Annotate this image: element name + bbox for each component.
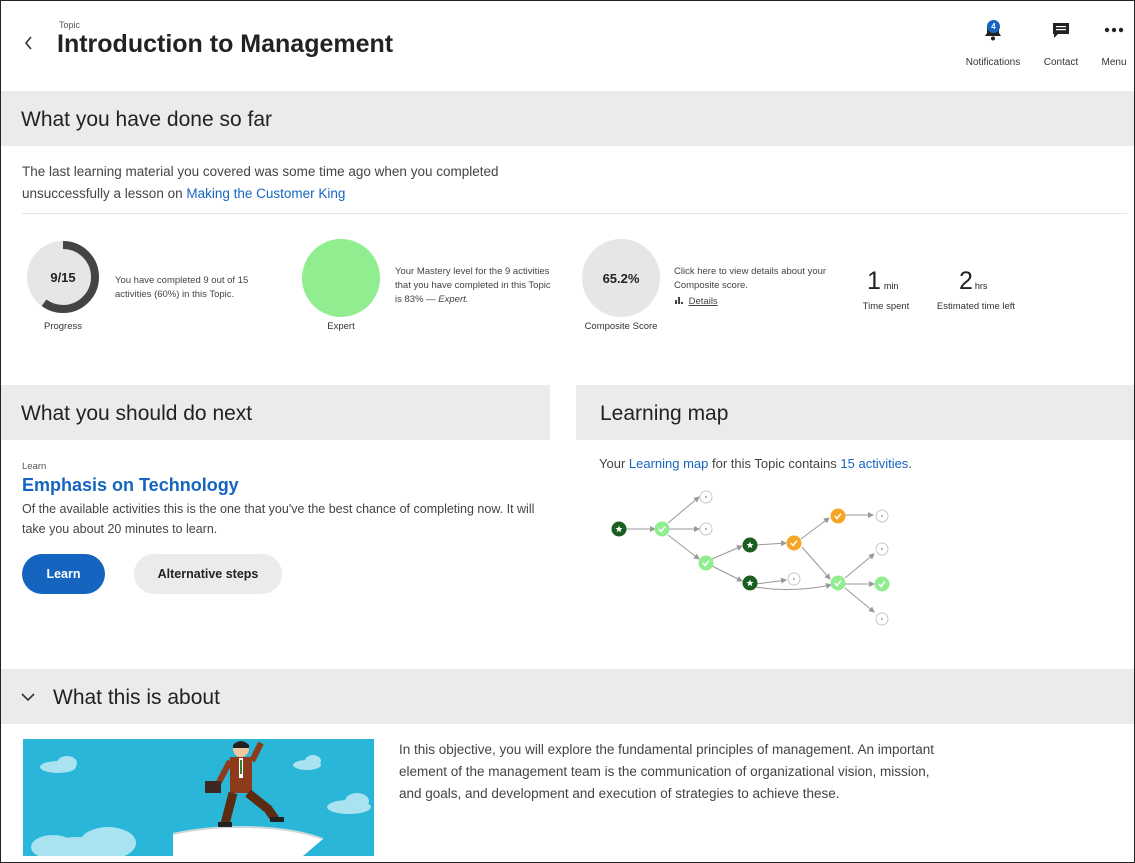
map-summary: Your Learning map for this Topic contain… bbox=[599, 456, 912, 471]
page-title: Introduction to Management bbox=[57, 30, 394, 58]
contact-label: Contact bbox=[1043, 57, 1079, 68]
map-node-completed[interactable] bbox=[830, 575, 846, 591]
lock-dot-icon bbox=[880, 547, 884, 551]
about-text: In this objective, you will explore the … bbox=[399, 742, 935, 801]
chat-icon bbox=[1053, 23, 1069, 38]
chevron-left-icon bbox=[24, 36, 32, 50]
next-section-heading: What you should do next bbox=[21, 402, 253, 425]
menu-button[interactable]: Menu bbox=[1097, 15, 1131, 68]
last-activity-text: The last learning material you covered w… bbox=[22, 161, 562, 205]
lock-dot-icon bbox=[880, 617, 884, 621]
mastery-text: Your Mastery level for the 9 activities … bbox=[395, 266, 551, 305]
contact-button[interactable]: Contact bbox=[1041, 15, 1081, 68]
mastery-circle bbox=[302, 239, 380, 317]
about-section-heading: What this is about bbox=[53, 686, 220, 709]
chevron-down-icon bbox=[21, 693, 35, 702]
more-dots-icon bbox=[1104, 27, 1124, 33]
back-button[interactable] bbox=[19, 31, 39, 55]
map-summary-prefix: Your bbox=[599, 456, 629, 471]
top-header: Topic Introduction to Management 4 Notif… bbox=[1, 1, 1134, 91]
about-section-header[interactable]: What this is about bbox=[1, 669, 1134, 724]
time-left-number: 2 bbox=[959, 267, 973, 295]
lock-dot-icon bbox=[792, 577, 796, 581]
time-spent-unit: min bbox=[883, 281, 899, 291]
map-node-completed[interactable] bbox=[654, 521, 670, 537]
learning-map-link[interactable]: Learning map bbox=[629, 456, 709, 471]
map-node-completed[interactable] bbox=[874, 576, 890, 592]
notifications-label: Notifications bbox=[965, 57, 1021, 68]
next-activity-description: Of the available activities this is the … bbox=[22, 502, 535, 536]
time-spent-number: 1 bbox=[867, 267, 881, 295]
time-left-value: 2 hrs bbox=[959, 267, 987, 296]
section-divider bbox=[22, 213, 1127, 214]
time-left-unit: hrs bbox=[974, 281, 988, 291]
composite-details-link[interactable]: Details bbox=[674, 295, 718, 309]
last-lesson-link[interactable]: Making the Customer King bbox=[186, 186, 345, 201]
composite-description: Click here to view details about your Co… bbox=[674, 266, 827, 291]
topic-label: Topic bbox=[59, 20, 81, 30]
activities-link[interactable]: 15 activities bbox=[840, 456, 908, 471]
progress-caption: Progress bbox=[43, 321, 82, 332]
alternative-steps-button[interactable]: Alternative steps bbox=[134, 554, 282, 594]
app-frame: Topic Introduction to Management 4 Notif… bbox=[0, 0, 1135, 863]
lock-dot-icon bbox=[704, 527, 708, 531]
done-section-header: What you have done so far bbox=[1, 91, 1134, 146]
done-section-heading: What you have done so far bbox=[21, 108, 272, 131]
composite-score-circle[interactable]: 65.2% bbox=[582, 239, 660, 317]
notifications-button[interactable]: 4 Notifications bbox=[963, 15, 1023, 68]
progress-description: You have completed 9 out of 15 activitie… bbox=[115, 275, 249, 300]
next-activity-link[interactable]: Emphasis on Technology bbox=[22, 475, 239, 496]
chart-icon bbox=[675, 297, 683, 304]
mastery-caption: Expert bbox=[327, 321, 355, 332]
map-section-heading: Learning map bbox=[600, 402, 729, 425]
map-section-header: Learning map bbox=[576, 385, 1134, 440]
notification-count-badge: 4 bbox=[987, 20, 1000, 33]
next-section-header: What you should do next bbox=[1, 385, 550, 440]
time-spent-caption: Time spent bbox=[862, 301, 910, 312]
next-activity-kind: Learn bbox=[22, 461, 47, 472]
map-nodes bbox=[611, 490, 890, 626]
map-node-in_progress[interactable] bbox=[786, 535, 802, 551]
lock-dot-icon bbox=[704, 495, 708, 499]
time-left-caption: Estimated time left bbox=[936, 301, 1016, 312]
map-node-completed[interactable] bbox=[698, 555, 714, 571]
lock-dot-icon bbox=[880, 514, 884, 518]
time-spent-value: 1 min bbox=[867, 267, 898, 296]
businessman-illustration bbox=[23, 739, 374, 856]
mastery-description: Your Mastery level for the 9 activities … bbox=[395, 265, 560, 307]
map-summary-middle: for this Topic contains bbox=[708, 456, 841, 471]
menu-label: Menu bbox=[1101, 57, 1127, 68]
learning-map-graph[interactable] bbox=[601, 481, 901, 631]
mastery-level: Expert. bbox=[438, 294, 469, 305]
learn-button[interactable]: Learn bbox=[22, 554, 105, 594]
composite-caption: Composite Score bbox=[584, 321, 658, 332]
map-summary-suffix: . bbox=[908, 456, 912, 471]
map-node-in_progress[interactable] bbox=[830, 508, 846, 524]
progress-value: 9/15 bbox=[50, 270, 75, 285]
details-link[interactable]: Details bbox=[689, 296, 718, 307]
progress-ring: 9/15 bbox=[27, 241, 99, 313]
